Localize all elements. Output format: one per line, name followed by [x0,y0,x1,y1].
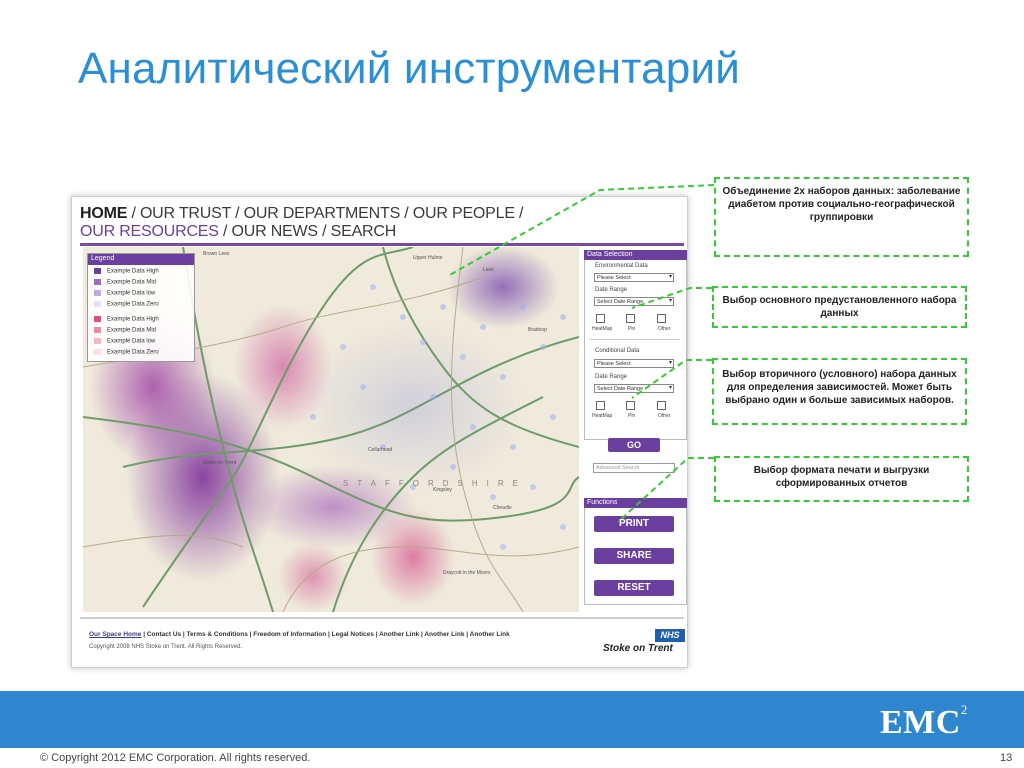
footer-band [0,691,1024,748]
legend-swatch [94,338,101,344]
pin-checkbox[interactable] [626,314,635,323]
page-number: 13 [1000,752,1013,764]
site-nav-line-1: HOME / OUR TRUST / OUR DEPARTMENTS / OUR… [80,205,524,223]
heatmap-2-checkbox-label: HeatMap [592,413,613,419]
legend-swatch [94,316,101,322]
legend-swatch [94,349,101,355]
map-place-label: Stoke-on-Trent [203,460,237,466]
date-range-2-select[interactable]: Select Date Range [594,384,674,393]
heatmap-2-checkbox[interactable] [596,401,605,410]
date-range-2-label: Date Range [595,374,628,380]
functions-title: Functions [584,498,687,508]
site-nav-line-2: OUR RESOURCES / OUR NEWS / SEARCH [80,223,396,241]
conditional-data-select[interactable]: Please Select [594,359,674,368]
map-place-label: Draycott in the Moors [443,570,491,576]
legend-title: Legend [88,254,194,265]
control-panel: Data Selection Environmental Data Please… [584,250,687,612]
map-place-label: Bradnop [528,327,547,333]
heatmap-checkbox[interactable] [596,314,605,323]
map-place-label: Leek [483,267,494,273]
legend-item: Example Data low [94,290,155,297]
slide-copyright: © Copyright 2012 EMC Corporation. All ri… [40,752,311,764]
nav-links-1[interactable]: / OUR TRUST / OUR DEPARTMENTS / OUR PEOP… [127,205,523,222]
advanced-search-input[interactable]: Advanced Search [593,463,675,473]
nav-home-link[interactable]: HOME [80,205,127,222]
site-footer-copyright: Copyright 2008 NHS Stoke on Trent. All R… [89,644,243,650]
date-range-label: Date Range [595,287,628,293]
legend-swatch [94,301,101,307]
legend-item: Example Data Zero [94,301,159,308]
callout-combine-datasets: Объединение 2х наборов данных: заболеван… [714,177,969,257]
callout-conditional-dataset: Выбор вторичного (условного) набора данн… [712,358,967,425]
callout-print-export: Выбор формата печати и выгрузки сформиро… [714,456,969,502]
site-footer-links: Our Space Home | Contact Us | Terms & Co… [89,631,510,638]
legend-item: Example Data low [94,338,155,345]
emc-logo: EMC2 [880,702,968,741]
legend-swatch [94,268,101,274]
nav-underline [80,243,684,246]
footer-links[interactable]: | Contact Us | Terms & Conditions | Free… [141,631,510,638]
legend-item: Example Data Mid [94,279,156,286]
legend-swatch [94,327,101,333]
nav-links-2[interactable]: / OUR NEWS / SEARCH [219,223,396,240]
site-footer-divider [80,617,684,619]
map-place-label: Brown Lees [203,251,230,257]
callout-primary-dataset: Выбор основного предустановленного набор… [712,286,967,328]
pin-2-checkbox-label: Pin [628,413,636,419]
conditional-data-label: Conditional Data [595,348,640,354]
env-data-label: Environmental Data [595,263,648,269]
reset-button[interactable]: RESET [594,580,674,596]
legend-item: Example Data High [94,316,159,323]
heatmap[interactable]: Legend Example Data High Example Data Mi… [83,247,579,612]
go-button[interactable]: GO [608,438,660,452]
map-place-label: Cellarhead [368,447,393,453]
map-place-label: Cheadle [493,505,512,511]
legend-swatch [94,290,101,296]
site-brand: Stoke on Trent [603,643,673,654]
panel-divider [590,339,680,340]
other-checkbox[interactable] [657,314,666,323]
slide-title: Аналитический инструментарий [78,44,741,93]
legend-item: Example Data Zero [94,349,159,356]
legend-item: Example Data High [94,268,159,275]
legend-swatch [94,279,101,285]
website-screenshot: HOME / OUR TRUST / OUR DEPARTMENTS / OUR… [71,196,688,668]
map-place-label: Upper Hulme [413,255,443,261]
map-legend: Legend Example Data High Example Data Mi… [87,253,195,362]
env-data-select[interactable]: Please Select [594,273,674,282]
print-button[interactable]: PRINT [594,516,674,532]
other-2-checkbox-label: Other [658,413,671,419]
date-range-select[interactable]: Select Date Range [594,297,674,306]
pin-2-checkbox[interactable] [626,401,635,410]
pin-checkbox-label: Pin [628,326,636,332]
heatmap-checkbox-label: HeatMap [592,326,613,332]
nav-resources-link[interactable]: OUR RESOURCES [80,223,219,240]
footer-home-link[interactable]: Our Space Home [89,631,141,638]
map-region-label: STAFFORDSHIRE [343,479,527,488]
other-checkbox-label: Other [658,326,671,332]
nhs-logo: NHS [655,629,685,642]
other-2-checkbox[interactable] [657,401,666,410]
data-selection-title: Data Selection [584,250,687,260]
legend-item: Example Data Mid [94,327,156,334]
share-button[interactable]: SHARE [594,548,674,564]
